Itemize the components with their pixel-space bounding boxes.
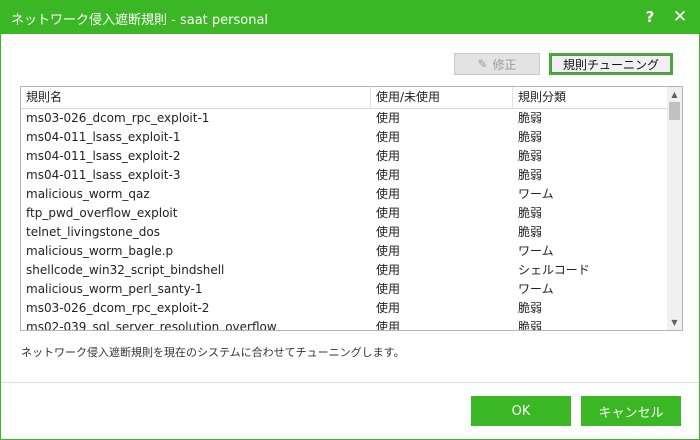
table-row[interactable]: ms04-011_lsass_exploit-3 使用 脆弱 — [21, 166, 667, 185]
table-row[interactable]: shellcode_win32_script_bindshell 使用 シェルコード — [21, 261, 667, 280]
rule-category-cell: 脆弱 — [518, 149, 543, 163]
table-row[interactable]: ftp_pwd_overflow_exploit 使用 脆弱 — [21, 204, 667, 223]
ok-button[interactable]: OK — [471, 396, 571, 426]
rule-category-cell: 脆弱 — [518, 111, 543, 125]
column-header-name[interactable]: 規則名 — [21, 87, 371, 108]
table-row[interactable]: ms03-026_dcom_rpc_exploit-2 使用 脆弱 — [21, 299, 667, 318]
rule-use-cell: 使用 — [376, 301, 401, 315]
rule-category-cell: 脆弱 — [518, 206, 543, 220]
table-row[interactable]: ms02-039_sql_server_resolution_overflow 使… — [21, 318, 667, 331]
pencil-icon: ✎ — [477, 57, 488, 71]
table-row[interactable]: malicious_worm_perl_santy-1 使用 ワーム — [21, 280, 667, 299]
rule-category-cell: 脆弱 — [518, 320, 543, 331]
table-row[interactable]: malicious_worm_qaz 使用 ワーム — [21, 185, 667, 204]
rule-use-cell: 使用 — [376, 320, 401, 331]
cancel-button[interactable]: キャンセル — [581, 396, 681, 426]
rule-category-cell: 脆弱 — [518, 130, 543, 144]
edit-button[interactable]: ✎ 修正 — [454, 53, 540, 75]
rule-name-cell: shellcode_win32_script_bindshell — [26, 263, 225, 277]
rule-name-cell: telnet_livingstone_dos — [26, 225, 160, 239]
rule-use-cell: 使用 — [376, 168, 401, 182]
rule-name-cell: ms02-039_sql_server_resolution_overflow — [26, 320, 277, 331]
rule-name-cell: malicious_worm_qaz — [26, 187, 150, 201]
rule-name-cell: ms04-011_lsass_exploit-2 — [26, 149, 181, 163]
rule-use-cell: 使用 — [376, 263, 401, 277]
dialog-window: ネットワーク侵入遮断規則 - saat personal ? ✕ ✎ 修正 規則… — [0, 0, 700, 440]
table-row[interactable]: ms03-026_dcom_rpc_exploit-1 使用 脆弱 — [21, 109, 667, 128]
vertical-scrollbar[interactable]: ▲ ▼ — [667, 87, 682, 330]
rules-list[interactable]: 規則名 使用/未使用 規則分類 ms03-026_dcom_rpc_exploi… — [20, 86, 683, 331]
rule-tuning-button[interactable]: 規則チューニング — [549, 53, 673, 75]
rule-name-cell: ms03-026_dcom_rpc_exploit-2 — [26, 301, 210, 315]
list-header: 規則名 使用/未使用 規則分類 — [21, 87, 667, 109]
column-header-use[interactable]: 使用/未使用 — [371, 87, 513, 108]
rule-use-cell: 使用 — [376, 149, 401, 163]
footer-divider — [1, 382, 699, 383]
rule-category-cell: 脆弱 — [518, 301, 543, 315]
scroll-up-icon[interactable]: ▲ — [667, 87, 682, 102]
rule-category-cell: ワーム — [518, 187, 554, 201]
table-row[interactable]: telnet_livingstone_dos 使用 脆弱 — [21, 223, 667, 242]
title-bar: ネットワーク侵入遮断規則 - saat personal ? ✕ — [1, 1, 699, 34]
rule-category-cell: シェルコード — [518, 263, 590, 277]
rule-category-cell: ワーム — [518, 244, 554, 258]
rule-category-cell: 脆弱 — [518, 225, 543, 239]
table-row[interactable]: ms04-011_lsass_exploit-2 使用 脆弱 — [21, 147, 667, 166]
rule-name-cell: ms04-011_lsass_exploit-3 — [26, 168, 181, 182]
table-row[interactable]: malicious_worm_bagle.p 使用 ワーム — [21, 242, 667, 261]
rule-name-cell: ms04-011_lsass_exploit-1 — [26, 130, 181, 144]
rule-use-cell: 使用 — [376, 225, 401, 239]
close-icon[interactable]: ✕ — [667, 5, 693, 29]
scrollbar-thumb[interactable] — [669, 102, 680, 120]
edit-button-label: 修正 — [492, 57, 517, 72]
rule-use-cell: 使用 — [376, 187, 401, 201]
rule-use-cell: 使用 — [376, 282, 401, 296]
rule-use-cell: 使用 — [376, 206, 401, 220]
rule-use-cell: 使用 — [376, 130, 401, 144]
help-button[interactable]: ? — [637, 5, 663, 29]
rule-name-cell: malicious_worm_perl_santy-1 — [26, 282, 203, 296]
window-title: ネットワーク侵入遮断規則 - saat personal — [11, 13, 269, 28]
rule-use-cell: 使用 — [376, 111, 401, 125]
scroll-down-icon[interactable]: ▼ — [667, 315, 682, 330]
rule-category-cell: ワーム — [518, 282, 554, 296]
rule-name-cell: malicious_worm_bagle.p — [26, 244, 174, 258]
rule-name-cell: ftp_pwd_overflow_exploit — [26, 206, 178, 220]
column-header-category[interactable]: 規則分類 — [513, 87, 667, 108]
description-text: ネットワーク侵入遮断規則を現在のシステムに合わせてチューニングします。 — [21, 346, 405, 359]
rule-category-cell: 脆弱 — [518, 168, 543, 182]
table-row[interactable]: ms04-011_lsass_exploit-1 使用 脆弱 — [21, 128, 667, 147]
rule-use-cell: 使用 — [376, 244, 401, 258]
rule-name-cell: ms03-026_dcom_rpc_exploit-1 — [26, 111, 210, 125]
list-rows: ms03-026_dcom_rpc_exploit-1 使用 脆弱 ms04-011_… — [21, 109, 667, 331]
